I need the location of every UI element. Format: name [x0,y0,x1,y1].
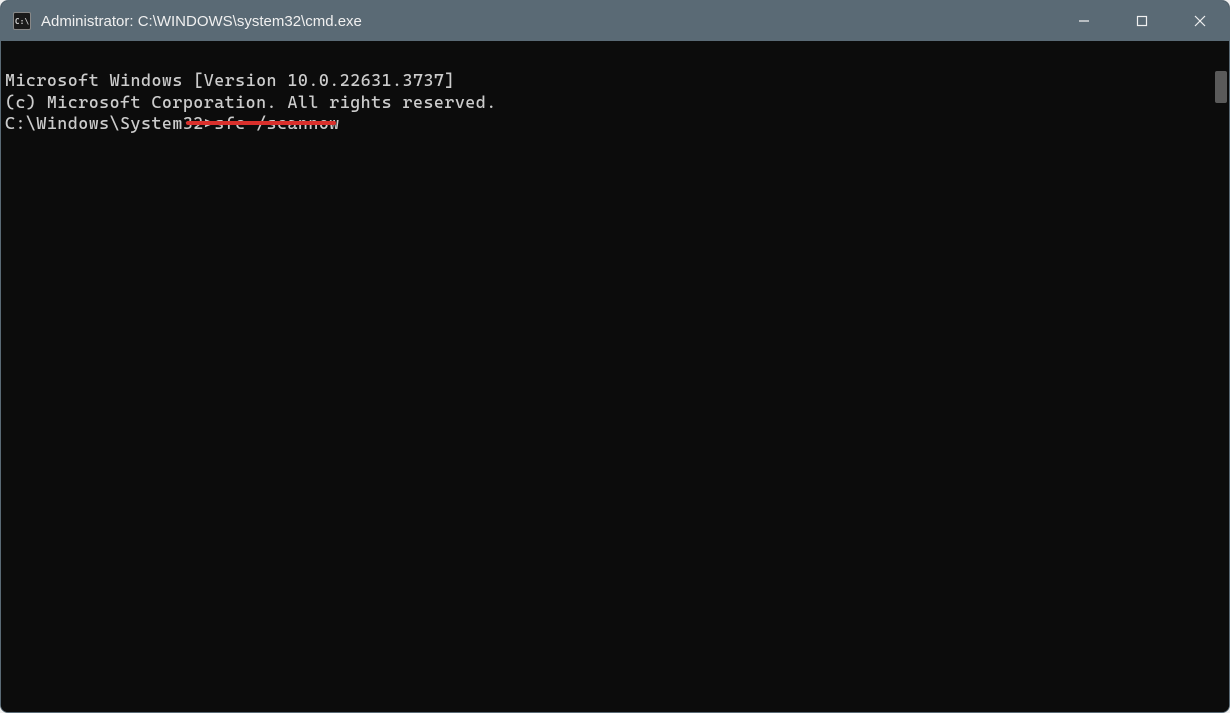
minimize-icon [1078,15,1090,27]
minimize-button[interactable] [1055,1,1113,41]
titlebar[interactable]: C:\ Administrator: C:\WINDOWS\system32\c… [1,1,1229,41]
scrollbar-thumb[interactable] [1215,71,1227,103]
cmd-window: C:\ Administrator: C:\WINDOWS\system32\c… [0,0,1230,713]
maximize-button[interactable] [1113,1,1171,41]
red-underline-annotation [186,121,336,125]
terminal-prompt: C:\Windows\System32> [5,113,214,133]
window-controls [1055,1,1229,41]
cmd-icon-text: C:\ [15,17,29,26]
close-button[interactable] [1171,1,1229,41]
terminal-area: Microsoft Windows [Version 10.0.22631.37… [1,41,1229,712]
maximize-icon [1136,15,1148,27]
window-title: Administrator: C:\WINDOWS\system32\cmd.e… [41,13,1055,30]
close-icon [1194,15,1206,27]
vertical-scrollbar[interactable] [1213,41,1229,712]
terminal-line-copyright: (c) Microsoft Corporation. All rights re… [5,92,1209,113]
terminal-line-version: Microsoft Windows [Version 10.0.22631.37… [5,70,1209,91]
cmd-icon: C:\ [13,12,31,30]
terminal-content[interactable]: Microsoft Windows [Version 10.0.22631.37… [1,41,1213,712]
